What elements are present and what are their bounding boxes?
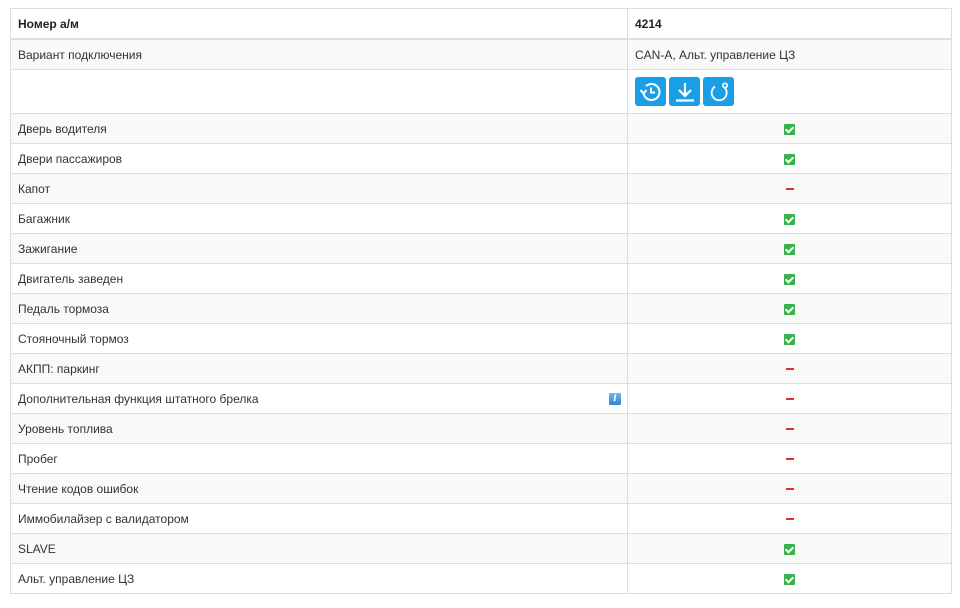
action-buttons bbox=[635, 77, 944, 106]
feature-label-cell: Иммобилайзер с валидатором bbox=[10, 503, 628, 534]
feature-label: SLAVE bbox=[18, 541, 56, 556]
dash-icon bbox=[785, 458, 794, 461]
table-row: Багажник bbox=[10, 203, 952, 234]
feature-status-cell bbox=[627, 113, 952, 144]
check-icon bbox=[784, 123, 795, 135]
table-row: Стояночный тормоз bbox=[10, 323, 952, 354]
feature-label-cell: Дверь водителя bbox=[10, 113, 628, 144]
table-header-row: Номер а/м 4214 bbox=[10, 8, 952, 40]
feature-label: Иммобилайзер с валидатором bbox=[18, 511, 189, 526]
table-row: Дополнительная функция штатного брелка i bbox=[10, 383, 952, 414]
feature-label: Дверь водителя bbox=[18, 121, 107, 136]
table-row: Педаль тормоза bbox=[10, 293, 952, 324]
check-icon bbox=[784, 153, 795, 165]
table-row: Альт. управление ЦЗ bbox=[10, 563, 952, 594]
check-icon bbox=[784, 303, 795, 315]
feature-label-cell: Зажигание bbox=[10, 233, 628, 264]
feature-label: Багажник bbox=[18, 211, 70, 226]
feature-label-cell: Уровень топлива bbox=[10, 413, 628, 444]
table-row: Двигатель заведен bbox=[10, 263, 952, 294]
dash-icon bbox=[785, 368, 794, 371]
car-number-value: 4214 bbox=[627, 8, 952, 40]
feature-status-cell bbox=[627, 563, 952, 594]
feature-label: Пробег bbox=[18, 451, 58, 466]
check-icon bbox=[784, 273, 795, 285]
actions-row bbox=[10, 69, 952, 114]
check-icon bbox=[784, 573, 795, 585]
dash-icon bbox=[785, 398, 794, 401]
feature-status-cell bbox=[627, 473, 952, 504]
compatibility-table: Номер а/м 4214 Вариант подключения CAN-A… bbox=[10, 8, 952, 594]
feature-label: Двери пассажиров bbox=[18, 151, 123, 166]
feature-label-cell: Пробег bbox=[10, 443, 628, 474]
table-row: Чтение кодов ошибок bbox=[10, 473, 952, 504]
feature-status-cell bbox=[627, 383, 952, 414]
check-icon bbox=[784, 243, 795, 255]
feature-status-cell bbox=[627, 263, 952, 294]
check-icon bbox=[784, 543, 795, 555]
feature-status-cell bbox=[627, 173, 952, 204]
feature-status-cell bbox=[627, 203, 952, 234]
actions-cell bbox=[627, 69, 952, 114]
dash-icon bbox=[785, 488, 794, 491]
compatibility-table-container: Номер а/м 4214 Вариант подключения CAN-A… bbox=[10, 8, 952, 594]
feature-label: Стояночный тормоз bbox=[18, 331, 129, 346]
feature-label: Двигатель заведен bbox=[18, 271, 124, 286]
feature-label: Чтение кодов ошибок bbox=[18, 481, 139, 496]
feature-status-cell bbox=[627, 293, 952, 324]
table-row: Дверь водителя bbox=[10, 113, 952, 144]
feature-label: Педаль тормоза bbox=[18, 301, 109, 316]
feature-label-cell: Альт. управление ЦЗ bbox=[10, 563, 628, 594]
feature-label-cell: Багажник bbox=[10, 203, 628, 234]
feature-label: Уровень топлива bbox=[18, 421, 113, 436]
feature-label: Капот bbox=[18, 181, 51, 196]
table-row: АКПП: паркинг bbox=[10, 353, 952, 384]
feature-label: Альт. управление ЦЗ bbox=[18, 571, 135, 586]
feature-status-cell bbox=[627, 323, 952, 354]
table-row: Зажигание bbox=[10, 233, 952, 264]
actions-empty-cell bbox=[10, 69, 628, 114]
refresh-icon bbox=[710, 81, 728, 101]
feature-label-cell: Стояночный тормоз bbox=[10, 323, 628, 354]
feature-status-cell bbox=[627, 353, 952, 384]
feature-status-cell bbox=[627, 503, 952, 534]
connection-label: Вариант подключения bbox=[10, 38, 628, 70]
download-button[interactable] bbox=[669, 77, 700, 106]
table-row: Иммобилайзер с валидатором bbox=[10, 503, 952, 534]
dash-icon bbox=[785, 428, 794, 431]
dash-icon bbox=[785, 188, 794, 191]
table-row: Двери пассажиров bbox=[10, 143, 952, 174]
dash-icon bbox=[785, 518, 794, 521]
download-icon bbox=[675, 82, 694, 102]
connection-value: CAN-A, Альт. управление ЦЗ bbox=[627, 38, 952, 70]
feature-status-cell bbox=[627, 533, 952, 564]
feature-label: Дополнительная функция штатного брелка bbox=[18, 391, 259, 406]
feature-label-cell: Дополнительная функция штатного брелка i bbox=[10, 383, 628, 414]
history-button[interactable] bbox=[635, 77, 666, 106]
feature-label: АКПП: паркинг bbox=[18, 361, 100, 376]
refresh-button[interactable] bbox=[703, 77, 734, 106]
feature-label-cell: АКПП: паркинг bbox=[10, 353, 628, 384]
check-icon bbox=[784, 333, 795, 345]
feature-label-cell: Капот bbox=[10, 173, 628, 204]
info-icon[interactable]: i bbox=[609, 392, 621, 405]
history-icon bbox=[639, 82, 660, 101]
feature-status-cell bbox=[627, 413, 952, 444]
check-icon bbox=[784, 213, 795, 225]
feature-status-cell bbox=[627, 443, 952, 474]
feature-label-cell: Чтение кодов ошибок bbox=[10, 473, 628, 504]
feature-status-cell bbox=[627, 233, 952, 264]
car-number-label: Номер а/м bbox=[10, 8, 628, 40]
connection-row: Вариант подключения CAN-A, Альт. управле… bbox=[10, 38, 952, 70]
feature-status-cell bbox=[627, 143, 952, 174]
feature-label-cell: Педаль тормоза bbox=[10, 293, 628, 324]
table-row: Пробег bbox=[10, 443, 952, 474]
feature-label-cell: SLAVE bbox=[10, 533, 628, 564]
table-row: Капот bbox=[10, 173, 952, 204]
feature-label-cell: Двигатель заведен bbox=[10, 263, 628, 294]
feature-label: Зажигание bbox=[18, 241, 78, 256]
table-row: SLAVE bbox=[10, 533, 952, 564]
feature-label-cell: Двери пассажиров bbox=[10, 143, 628, 174]
table-row: Уровень топлива bbox=[10, 413, 952, 444]
